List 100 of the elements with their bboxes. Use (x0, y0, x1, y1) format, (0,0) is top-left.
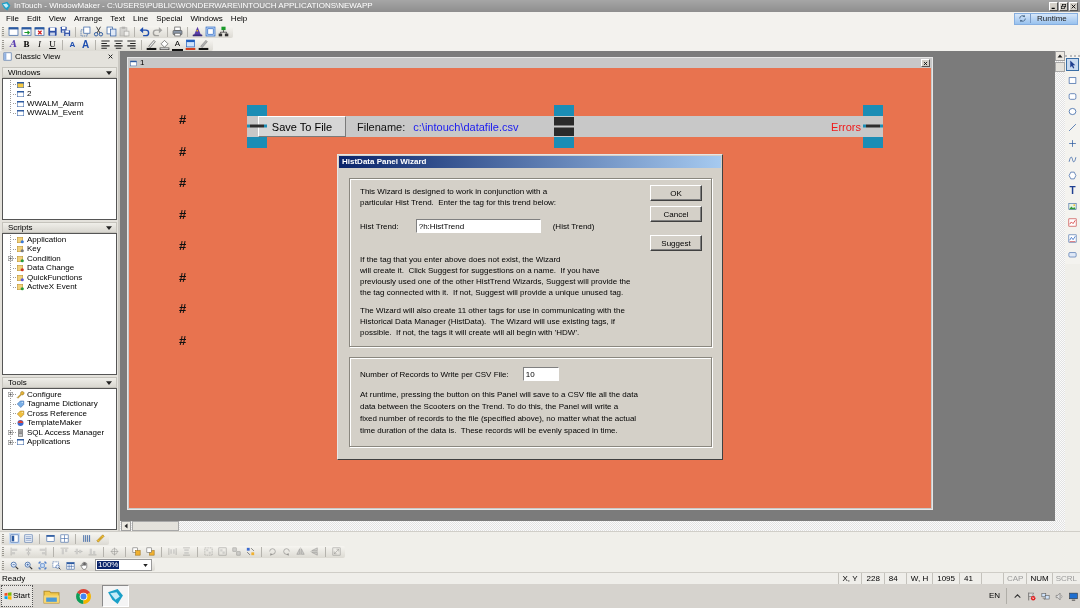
line-chart-icon[interactable] (1066, 215, 1079, 229)
expand-icon[interactable] (8, 430, 13, 436)
printer-icon[interactable] (172, 26, 183, 37)
tree-item[interactable]: Key (16, 245, 41, 254)
tree-item[interactable]: WWALM_Alarm (16, 99, 84, 108)
expand-icon[interactable] (8, 256, 13, 262)
language-indicator[interactable]: EN (988, 592, 1000, 600)
tree-item[interactable]: QuickFunctions (16, 273, 83, 282)
menu-item[interactable]: Text (110, 14, 126, 23)
scissors-icon[interactable] (93, 26, 104, 37)
font-button[interactable]: A (8, 38, 19, 51)
menu-item[interactable]: Line (133, 14, 149, 23)
window-cross-icon[interactable] (34, 26, 45, 37)
menu-item[interactable]: Help (230, 14, 248, 23)
vertical-bars-icon[interactable] (81, 533, 92, 545)
stacked-squares-icon[interactable] (145, 546, 156, 558)
italic-button[interactable]: I (34, 38, 45, 51)
tiled-windows-icon[interactable] (59, 533, 70, 545)
bold-button[interactable]: B (21, 38, 32, 51)
paint-bucket-icon[interactable] (159, 39, 170, 50)
tree-item[interactable]: Condition (16, 254, 61, 263)
pencil-icon[interactable] (198, 39, 209, 50)
taskbar-app-button[interactable] (101, 585, 129, 607)
tree-item[interactable]: Configure (16, 390, 62, 399)
zoom-out-icon[interactable] (9, 559, 20, 571)
wizard-hat-icon[interactable] (192, 26, 203, 37)
menu-item[interactable]: Windows (190, 14, 223, 23)
tree-item[interactable]: 1 (16, 80, 32, 89)
tree-item[interactable]: Data Change (16, 264, 75, 273)
window-icon[interactable] (8, 26, 19, 37)
save-to-file-button[interactable]: Save To File (258, 116, 346, 137)
hand-icon[interactable] (79, 559, 90, 571)
horizontal-scrollbar[interactable] (120, 521, 1065, 531)
expand-icon[interactable] (8, 439, 13, 445)
dialog-button[interactable]: Suggest (650, 235, 702, 251)
dialog-button[interactable]: Cancel (650, 206, 702, 222)
split-squares-icon[interactable] (245, 546, 256, 558)
zoom-area-icon[interactable] (51, 559, 62, 571)
start-button[interactable]: Start (1, 585, 33, 607)
menu-item[interactable]: Arrange (73, 14, 103, 23)
menu-item[interactable]: Edit (26, 14, 41, 23)
font-size-down-button[interactable]: A (80, 38, 91, 51)
tree-item[interactable]: WWALM_Event (16, 109, 84, 118)
zoom-combo[interactable]: 100% (95, 559, 152, 572)
tree-item[interactable]: Application (16, 235, 67, 244)
selection-handles[interactable] (863, 105, 883, 148)
tree-item[interactable]: Tagname Dictionary (16, 400, 98, 409)
pen-icon[interactable] (146, 39, 157, 50)
section-header[interactable]: Windows (2, 67, 117, 78)
hierarchy-icon[interactable] (218, 26, 229, 37)
restore-button[interactable] (1059, 1, 1068, 11)
fit-frame-icon[interactable] (37, 559, 48, 571)
close-icon[interactable] (108, 54, 113, 59)
monitor-icon[interactable] (1069, 591, 1078, 601)
dialog-button[interactable]: OK (650, 185, 702, 201)
close-button[interactable] (921, 59, 930, 67)
vertical-scrollbar[interactable] (1055, 51, 1065, 521)
speaker-icon[interactable] (1055, 591, 1064, 601)
text-tool-button[interactable]: T (1066, 184, 1079, 198)
computers-icon[interactable] (1041, 591, 1050, 601)
tree-item[interactable]: TemplateMaker (16, 419, 82, 428)
ruler-icon[interactable] (95, 533, 106, 545)
dashed-squares-icon[interactable] (80, 26, 91, 37)
font-size-up-button[interactable]: A (67, 38, 78, 51)
copy-icon[interactable] (106, 26, 117, 37)
section-header[interactable]: Scripts (2, 222, 117, 233)
line-chart-icon[interactable] (1066, 231, 1079, 245)
scrollbar-thumb[interactable] (132, 521, 179, 531)
grid-icon[interactable] (65, 559, 76, 571)
expand-icon[interactable] (8, 392, 13, 398)
split-panel-icon[interactable] (9, 533, 20, 545)
section-header[interactable]: Tools (2, 377, 117, 388)
tree-item[interactable]: SQL Access Manager (16, 428, 105, 437)
cross-lines-icon[interactable] (1066, 137, 1079, 150)
underline-button[interactable]: U (47, 38, 58, 51)
floppy-disks-icon[interactable] (60, 26, 71, 37)
window-icon[interactable] (45, 533, 56, 545)
tree-item[interactable]: ActiveX Event (16, 283, 77, 292)
hist-trend-field[interactable]: ?h:HistTrend (415, 219, 541, 233)
align-left-icon[interactable] (100, 39, 111, 50)
minimize-button[interactable] (1049, 1, 1058, 11)
scroll-left-icon[interactable] (121, 521, 131, 531)
tree-item[interactable]: Cross Reference (16, 409, 88, 418)
pointer-icon[interactable] (1066, 58, 1079, 71)
align-right-icon[interactable] (126, 39, 137, 50)
zoom-in-icon[interactable] (23, 559, 34, 571)
menu-item[interactable]: Special (156, 14, 183, 23)
scroll-up-icon[interactable] (1055, 51, 1065, 61)
window-swatch-icon[interactable] (185, 39, 196, 50)
tree-item[interactable]: 2 (16, 90, 32, 99)
stacked-squares-icon[interactable] (131, 546, 142, 558)
records-field[interactable]: 10 (522, 367, 559, 381)
undo-icon[interactable] (139, 26, 150, 37)
selection-handles[interactable] (247, 105, 267, 148)
align-center-icon[interactable] (113, 39, 124, 50)
scrollbar-thumb[interactable] (1055, 62, 1065, 72)
menu-item[interactable]: View (48, 14, 66, 23)
flag-icon[interactable] (1027, 591, 1036, 601)
runtime-button[interactable]: Runtime (1014, 12, 1078, 25)
menu-item[interactable]: File (6, 14, 19, 23)
